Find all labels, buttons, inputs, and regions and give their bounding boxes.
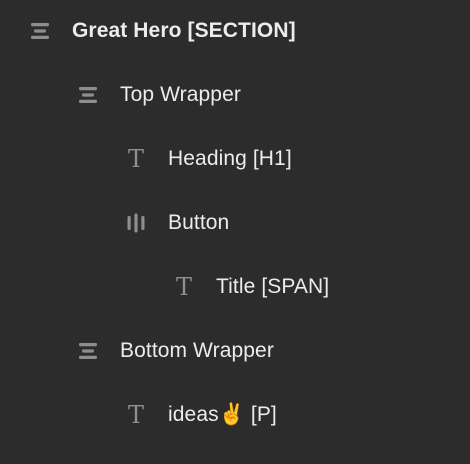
- tree-item-ideas[interactable]: T ideas✌️ [P]: [0, 393, 470, 437]
- tree-item-label: ideas✌️ [P]: [168, 403, 277, 426]
- tree-item-top-wrapper[interactable]: Top Wrapper: [0, 73, 470, 117]
- tree-item-bottom-wrapper[interactable]: Bottom Wrapper: [0, 329, 470, 373]
- text-icon: T: [127, 145, 144, 173]
- navigator-tree: Great Hero [SECTION] Top Wrapper T Headi…: [0, 0, 470, 464]
- tree-item-title[interactable]: T Title [SPAN]: [0, 265, 470, 309]
- div-stack-icon: [75, 338, 101, 364]
- tree-item-great-hero[interactable]: Great Hero [SECTION]: [0, 9, 470, 53]
- tree-item-label: Heading [H1]: [168, 147, 292, 170]
- section-stack-icon: [27, 18, 53, 44]
- tree-item-label: Button: [168, 211, 230, 234]
- button-icon: [123, 210, 149, 236]
- div-stack-icon: [75, 82, 101, 108]
- tree-item-label: Top Wrapper: [120, 83, 241, 106]
- text-icon: T: [127, 401, 144, 429]
- tree-item-heading[interactable]: T Heading [H1]: [0, 137, 470, 181]
- text-icon: T: [175, 273, 192, 301]
- tree-item-label: Bottom Wrapper: [120, 339, 274, 362]
- tree-item-label: Title [SPAN]: [216, 275, 330, 298]
- tree-item-label: Great Hero [SECTION]: [72, 19, 296, 42]
- tree-item-button[interactable]: Button: [0, 201, 470, 245]
